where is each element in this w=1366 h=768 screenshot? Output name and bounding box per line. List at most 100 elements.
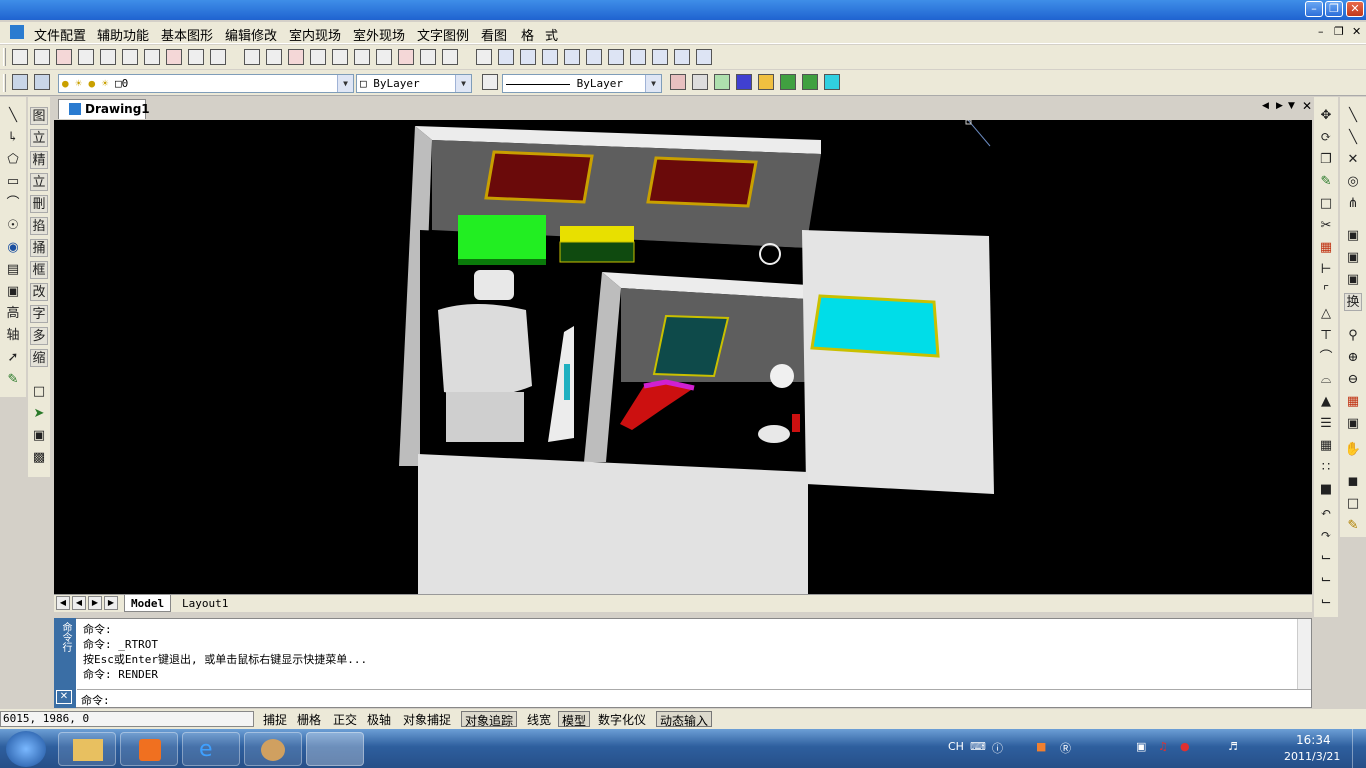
menu-text-legend[interactable]: 文字图例	[417, 25, 469, 44]
taskbar-internet-explorer[interactable]: e	[182, 732, 240, 766]
toolbar-tool-icon[interactable]	[266, 49, 282, 65]
taskbar-paint[interactable]	[244, 732, 302, 766]
close-icon[interactable]: ✕	[56, 690, 72, 704]
zoom-in-icon[interactable]: ⊕	[1344, 349, 1362, 367]
tab-layout1[interactable]: Layout1	[176, 595, 234, 612]
menu-format-2[interactable]: 式	[545, 25, 558, 44]
circle-icon[interactable]: ☉	[4, 217, 22, 235]
clock-time[interactable]: 16:34	[1296, 733, 1331, 747]
network-icon[interactable]: ▣	[1136, 740, 1146, 753]
toolbar-tool-icon[interactable]	[714, 74, 730, 90]
toolbar-tool-icon[interactable]	[100, 49, 116, 65]
ucs-icon[interactable]: ⌙	[1317, 549, 1335, 567]
toolbar-tool-icon[interactable]	[244, 49, 260, 65]
menu-view[interactable]: 看图	[481, 25, 507, 44]
layer-manager-icon[interactable]	[12, 74, 28, 90]
toolbar-tool-icon[interactable]	[476, 49, 492, 65]
toolbar-tool-icon[interactable]	[670, 74, 686, 90]
help-icon[interactable]: ⓘ	[992, 740, 1003, 756]
extend-icon[interactable]: ⊢	[1317, 261, 1335, 279]
select-icon[interactable]: □	[1317, 195, 1335, 213]
lineweight-toggle[interactable]: 线宽	[524, 711, 554, 727]
stack-icon[interactable]: ☰	[1317, 415, 1335, 433]
ucs-2-icon[interactable]: ⌙	[1317, 571, 1335, 589]
zoom-extents-icon[interactable]: ▦	[1344, 393, 1362, 411]
toolbar-tool-icon[interactable]	[498, 49, 514, 65]
pencil-icon[interactable]: ✎	[1317, 173, 1335, 191]
toolbar-tool-icon[interactable]	[586, 49, 602, 65]
fork-icon[interactable]: ⋔	[1344, 195, 1362, 213]
triangle-icon[interactable]: △	[1317, 305, 1335, 323]
ucs-3-icon[interactable]: ⌙	[1317, 593, 1335, 611]
drawing-viewport[interactable]	[54, 120, 1312, 594]
hatch-icon[interactable]: ▤	[4, 261, 22, 279]
toolbar-tool-icon[interactable]	[824, 74, 840, 90]
toolbar-tool-icon[interactable]	[692, 74, 708, 90]
undo-icon[interactable]: ↶	[1317, 505, 1335, 523]
tray-app-icon[interactable]: ■	[1036, 740, 1046, 753]
cube-2-icon[interactable]: ▣	[1344, 249, 1362, 267]
ime-indicator[interactable]: CH	[948, 740, 964, 753]
menu-format-1[interactable]: 格	[521, 25, 534, 44]
tab-scroll-right-icon[interactable]: ▶	[1276, 101, 1283, 111]
otrack-toggle[interactable]: 对象追踪	[461, 711, 518, 728]
toolbar-tool-icon[interactable]	[332, 49, 348, 65]
first-tab-icon[interactable]: ◀	[56, 596, 70, 610]
redo-icon[interactable]: ↷	[1317, 527, 1335, 545]
dash-icon[interactable]: ⊤	[1317, 327, 1335, 345]
coordinate-readout[interactable]: 6015, 1986, 0	[0, 711, 254, 727]
last-tab-icon[interactable]: ▶	[104, 596, 118, 610]
glyph-tall[interactable]: 高	[4, 305, 22, 323]
minimize-button[interactable]: –	[1305, 1, 1323, 17]
toolbar-tool-icon[interactable]	[210, 49, 226, 65]
ray-icon[interactable]: ╲	[1344, 107, 1362, 125]
window-title-bar[interactable]: – ❐ ✕	[0, 0, 1366, 20]
glyph-axis[interactable]: 轴	[4, 327, 22, 345]
dynamic-input-toggle[interactable]: 动态输入	[656, 711, 713, 728]
glyph-fine[interactable]: 精	[30, 151, 48, 169]
toolbar-grip[interactable]	[3, 48, 6, 66]
toolbar-tool-icon[interactable]	[56, 49, 72, 65]
dots-icon[interactable]: ∷	[1317, 459, 1335, 477]
glyph-stand[interactable]: 立	[30, 129, 48, 147]
chevron-down-icon[interactable]: ▼	[645, 75, 661, 92]
black-square-icon[interactable]: ■	[1317, 481, 1335, 499]
line-icon[interactable]: ╲	[4, 107, 22, 125]
menu-basic-shapes[interactable]: 基本图形	[161, 25, 213, 44]
target-icon[interactable]: ◎	[1344, 173, 1362, 191]
command-scrollbar[interactable]	[1297, 619, 1311, 689]
ortho-toggle[interactable]: 正交	[330, 711, 360, 727]
pen-icon[interactable]: ✎	[4, 371, 22, 389]
zoom-icon[interactable]: ⚲	[1344, 327, 1362, 345]
arrow-icon[interactable]: ➤	[30, 405, 48, 423]
toolbar-tool-icon[interactable]	[520, 49, 536, 65]
polygon-icon[interactable]: ⬠	[4, 151, 22, 169]
glyph-switch[interactable]: 换	[1344, 293, 1362, 311]
tab-list-icon[interactable]: ▼	[1288, 101, 1295, 111]
menu-aux-functions[interactable]: 辅助功能	[97, 25, 149, 44]
doc-close-button[interactable]: ✕	[1352, 25, 1361, 38]
model-toggle[interactable]: 模型	[558, 711, 591, 728]
close-button[interactable]: ✕	[1346, 1, 1364, 17]
toolbar-tool-icon[interactable]	[696, 49, 712, 65]
layer-select[interactable]: ● ☀ ● ☀ □0 ▼	[58, 74, 354, 93]
toolbar-tool-icon[interactable]	[354, 49, 370, 65]
cube-3-icon[interactable]: ▣	[1344, 271, 1362, 289]
toolbar-tool-icon[interactable]	[288, 49, 304, 65]
osnap-toggle[interactable]: 对象捕捉	[400, 711, 454, 727]
glyph-change[interactable]: 改	[30, 283, 48, 301]
doc-minimize-button[interactable]: –	[1318, 25, 1324, 38]
toolbar-tool-icon[interactable]	[122, 49, 138, 65]
glyph-frame[interactable]: 框	[30, 261, 48, 279]
prev-tab-icon[interactable]: ◀	[72, 596, 86, 610]
taskbar-cad-app[interactable]	[306, 732, 364, 766]
corner-icon[interactable]: ⌜	[1317, 283, 1335, 301]
tray-k-icon[interactable]: Ⓡ	[1060, 740, 1071, 756]
render-icon[interactable]: ◼	[1344, 473, 1362, 491]
volume-icon[interactable]: ♫	[1158, 740, 1168, 753]
marquee-icon[interactable]: □	[1344, 495, 1362, 513]
hand-icon[interactable]: ✋	[1344, 441, 1362, 459]
rotate-icon[interactable]: ⟳	[1317, 129, 1335, 147]
tiles-icon[interactable]: ▦	[1317, 437, 1335, 455]
tab-drawing1[interactable]: Drawing1	[58, 99, 150, 119]
